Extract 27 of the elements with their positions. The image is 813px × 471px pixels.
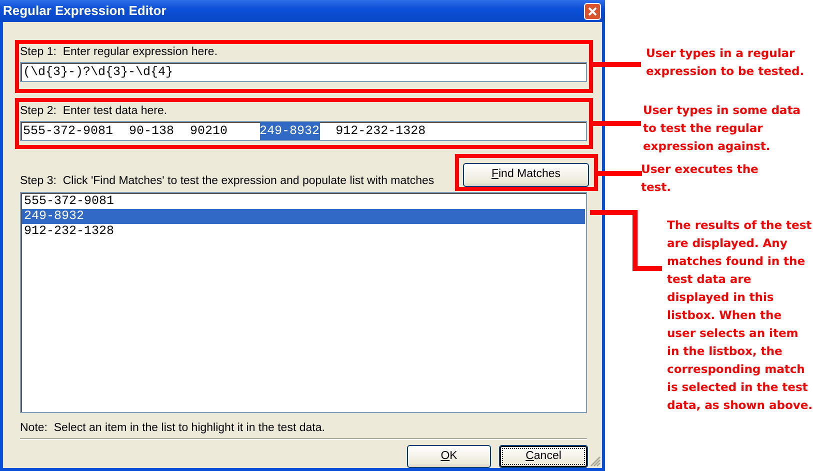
resize-grip-icon[interactable] xyxy=(589,455,601,467)
field-label: Step 3: Click 'Find Matches' to test the expression and populate list with matches xyxy=(20,174,434,188)
matches-listbox[interactable]: 555-372-9081 249-8932 912-232-1328 xyxy=(20,192,587,413)
annotation-text: The results of the test are displayed. Any matches found in the test data are displayed in this listbox. When the user selects an item in the listbox, the corresponding match is selected in the test data, as shown above. xyxy=(667,217,813,414)
regex-field[interactable]: (\d{3}-)?\d{3}-\d{4} xyxy=(20,62,587,82)
data-text: 90-138 xyxy=(129,123,174,140)
leader-line xyxy=(590,210,662,271)
annotation-text: User types in a regular expression to be tested. xyxy=(646,45,806,80)
dialog-button[interactable]: OK xyxy=(407,445,491,468)
note-text: Note: Select an item in the list to highlight it in the test data. xyxy=(20,421,326,435)
annotation-text: User types in some data to test the regular expression against. xyxy=(643,102,802,155)
close-icon xyxy=(588,6,597,16)
list-item[interactable]: 912-232-1328 xyxy=(22,224,585,239)
window-title: Regular Expression Editor xyxy=(3,2,166,20)
data-text: 90210 xyxy=(190,123,228,140)
data-text: 555-372-9081 xyxy=(23,123,114,140)
annotation-text: User executes the test. xyxy=(641,161,760,196)
data-text: 912-232-1328 xyxy=(336,123,426,140)
list-item[interactable]: 249-8932 xyxy=(22,209,585,224)
test-data-field[interactable]: 555-372-9081 90-138 90210 249-8932 912-232-1328 xyxy=(20,121,587,141)
find-matches-button[interactable]: Find Matches xyxy=(463,163,589,187)
field-label: Step 2: Enter test data here. xyxy=(20,104,168,118)
close-button[interactable] xyxy=(584,2,601,20)
field-label: Step 1: Enter regular expression here. xyxy=(20,45,219,59)
dialog-button[interactable]: Cancel xyxy=(499,445,588,468)
selected-text: 249-8932 xyxy=(260,122,320,140)
list-item[interactable]: 555-372-9081 xyxy=(22,194,585,209)
